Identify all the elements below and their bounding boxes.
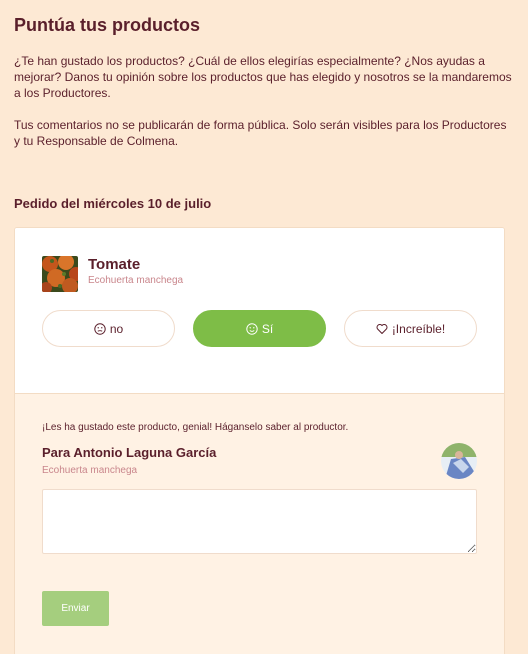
submit-button[interactable]: Enviar	[42, 591, 109, 626]
heart-icon	[376, 323, 388, 335]
smile-face-icon	[246, 322, 258, 335]
recipient-farm: Ecohuerta manchega	[42, 465, 138, 476]
intro-paragraph: ¿Te han gustado los productos? ¿Cuál de …	[14, 54, 512, 100]
product-rating-card: Tomate Ecohuerta manchega no Sí ¡Increíb…	[14, 227, 505, 654]
rate-increible-label: ¡Increíble!	[391, 321, 446, 336]
rate-no-label: no	[109, 321, 124, 336]
neutral-face-icon	[94, 322, 106, 335]
comment-textarea[interactable]	[42, 489, 477, 554]
tomato-thumbnail	[42, 256, 78, 292]
rate-increible-button[interactable]: ¡Increíble!	[344, 310, 477, 347]
page-title: Puntúa tus productos	[14, 15, 200, 35]
feedback-section: ¡Les ha gustado este producto, genial! H…	[15, 393, 504, 654]
product-producer: Ecohuerta manchega	[88, 275, 184, 286]
product-section: Tomate Ecohuerta manchega no Sí ¡Increíb…	[15, 228, 504, 393]
privacy-note: Tus comentarios no se publicarán de form…	[14, 118, 507, 148]
product-name: Tomate	[88, 256, 141, 273]
feedback-message: ¡Les ha gustado este producto, genial! H…	[42, 422, 349, 433]
order-title: Pedido del miércoles 10 de julio	[14, 196, 212, 211]
rate-no-button[interactable]: no	[42, 310, 175, 347]
rate-si-label: Sí	[261, 321, 274, 336]
rate-si-button[interactable]: Sí	[193, 310, 326, 347]
recipient-name: Para Antonio Laguna García	[42, 445, 217, 460]
producer-avatar	[441, 443, 477, 479]
